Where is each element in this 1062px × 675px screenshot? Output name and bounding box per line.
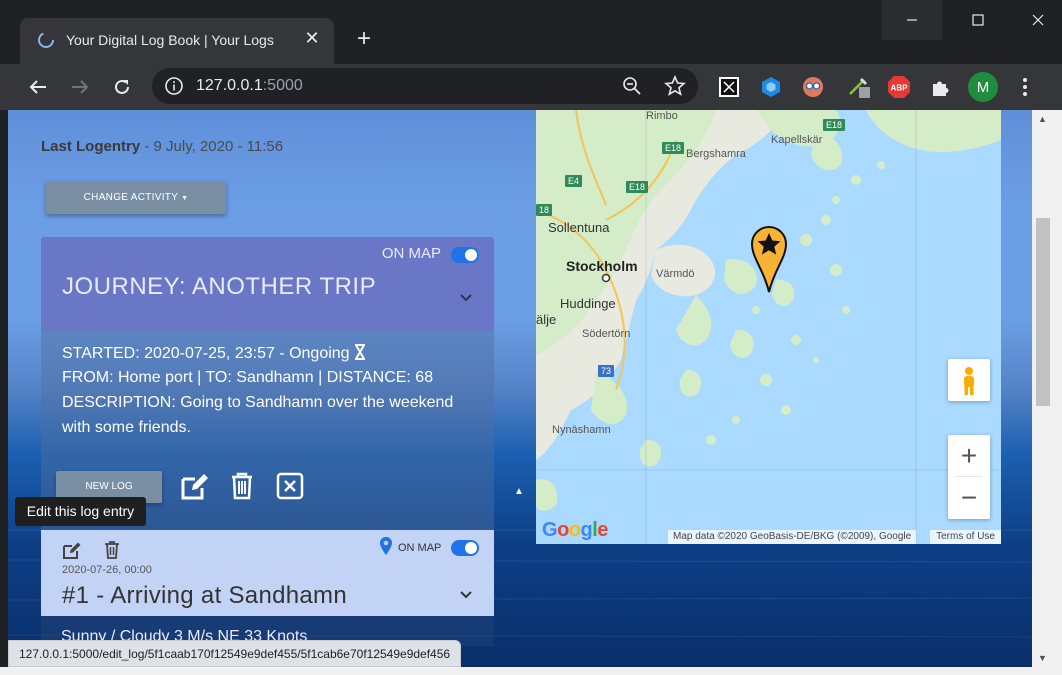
svg-text:ABP: ABP [891,84,909,93]
map-label-sodertorn: Södertörn [582,328,631,340]
map-label-stockholm: Stockholm [566,258,638,274]
on-map-toggle[interactable] [451,247,479,263]
trash-entry-icon[interactable] [102,540,122,560]
stockholm-dot [601,273,611,283]
journey-description-2: with some friends. [62,419,191,436]
forward-button[interactable] [66,73,94,101]
entry-chevron-down-icon[interactable] [459,590,473,600]
journey-started: STARTED: 2020-07-25, 23:57 - Ongoing [62,344,366,363]
extension-cube-icon[interactable] [758,74,784,100]
extension-screenshot-icon[interactable] [716,74,742,100]
chevron-down-icon[interactable] [459,293,473,303]
map-label-bergshamra: Bergshamra [686,148,746,160]
journey-card: ON MAP JOURNEY: ANOTHER TRIP STARTED: 20… [41,237,494,531]
last-logentry: Last Logentry - 9 July, 2020 - 11:56 [41,138,284,155]
page-scrollbar[interactable]: ▲ ▼ [1032,110,1054,667]
close-window-button[interactable] [1014,0,1062,40]
tab-title: Your Digital Log Book | Your Logs [66,32,274,48]
scroll-down-arrow-icon[interactable]: ▼ [1038,653,1047,663]
window-frame-right [1054,110,1062,667]
map-terms-link[interactable]: Terms of Use [930,530,1001,544]
address-bar[interactable]: 127.0.0.1:5000 [152,68,698,104]
entry-date: 2020-07-26, 00:00 [62,564,152,576]
browser-tab[interactable]: Your Digital Log Book | Your Logs ✕ [20,18,334,64]
minimize-button[interactable] [882,0,942,40]
reload-icon [115,79,129,94]
extensions-puzzle-icon[interactable] [928,74,954,100]
caret-down-icon: ▼ [181,195,189,202]
profile-avatar[interactable]: M [968,72,998,102]
zoom-out-icon[interactable] [622,76,642,96]
map-pin-icon [380,537,392,555]
road-18: 18 [536,204,553,216]
back-button[interactable] [24,73,52,101]
bookmark-star-icon[interactable] [664,75,686,97]
entry-on-map-label: ON MAP [398,542,442,554]
road-e18-2: E18 [823,119,846,131]
map-label-alje: älje [536,312,557,327]
map[interactable]: Rimbo Bergshamra Kapellskär Sollentuna S… [536,110,1001,544]
browser-titlebar: Your Digital Log Book | Your Logs ✕ + [0,0,1062,64]
pegman-icon [964,367,974,395]
page-viewport: Last Logentry - 9 July, 2020 - 11:56 CHA… [8,110,1054,667]
on-map-label: ON MAP [381,245,441,262]
window-frame-bottom [0,667,1062,675]
tab-close-icon[interactable]: ✕ [302,28,322,48]
journey-header[interactable]: ON MAP JOURNEY: ANOTHER TRIP [41,237,494,331]
extension-eyedropper-icon[interactable] [846,74,872,100]
maximize-button[interactable] [954,0,1002,40]
map-land [536,110,1001,544]
browser-toolbar: 127.0.0.1:5000 ABP M [0,64,1062,110]
menu-kebab-icon[interactable] [1012,74,1038,100]
star-marker-icon[interactable] [750,226,788,294]
journey-description-1: DESCRIPTION: Going to Sandhamn over the … [62,394,454,411]
zoom-in-button[interactable]: + [948,435,990,477]
link-status-bar: 127.0.0.1:5000/edit_log/5f1caab170f12549… [8,640,462,667]
road-73: 73 [598,365,615,377]
edit-entry-tooltip: Edit this log entry [15,497,146,526]
extension-abp-icon[interactable]: ABP [886,74,912,100]
journey-route: FROM: Home port | TO: Sandhamn | DISTANC… [62,369,434,386]
journey-title: JOURNEY: ANOTHER TRIP [62,273,377,300]
edit-journey-icon[interactable] [180,471,210,501]
street-view-pegman-button[interactable] [948,359,990,401]
map-label-varmdo: Värmdö [656,268,695,280]
url-text: 127.0.0.1:5000 [196,77,303,94]
new-tab-button[interactable]: + [352,27,376,52]
sailboat-icon: ▲ [514,486,524,497]
map-label-nynashamn: Nynäshamn [552,424,611,436]
reload-button[interactable] [108,73,136,101]
map-label-kapellskar: Kapellskär [771,134,823,146]
minimize-icon [907,19,917,21]
zoom-controls: + − [948,435,990,519]
scroll-thumb[interactable] [1036,218,1050,406]
map-attribution: Map data ©2020 GeoBasis-DE/BKG (©2009), … [668,530,917,544]
log-entry-card: ON MAP 2020-07-26, 00:00 #1 - Arriving a… [41,530,494,616]
arrow-right-icon [72,80,89,94]
extension-face-icon[interactable] [800,74,826,100]
trash-journey-icon[interactable] [227,471,257,501]
entry-on-map-toggle[interactable] [451,540,479,556]
edit-entry-icon[interactable] [62,540,82,560]
close-icon [1032,14,1044,26]
road-e18-1: E18 [662,142,685,154]
map-label-rimbo: Rimbo [646,110,678,122]
scroll-up-arrow-icon[interactable]: ▲ [1038,114,1047,124]
change-activity-button[interactable]: CHANGE ACTIVITY ▼ [46,181,226,214]
arrow-left-icon [29,80,46,94]
maximize-icon [972,14,984,26]
close-journey-icon[interactable] [275,471,305,501]
google-logo[interactable]: Google [542,519,608,542]
road-e4: E4 [565,175,583,187]
road-e18-3: E18 [626,181,649,193]
zoom-out-button[interactable]: − [948,477,990,519]
window-frame-left [0,110,8,667]
map-label-sollentuna: Sollentuna [548,220,610,235]
hourglass-icon [355,344,366,360]
info-icon[interactable] [164,76,184,96]
map-label-huddinge: Huddinge [560,296,616,311]
entry-title: #1 - Arriving at Sandhamn [62,582,347,609]
globe-loading-icon [38,32,54,48]
